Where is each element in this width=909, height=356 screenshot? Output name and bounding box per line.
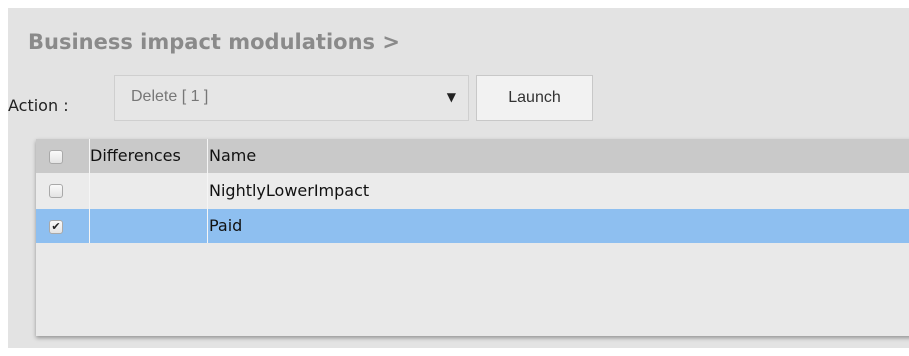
column-header-differences[interactable]: Differences (90, 139, 207, 173)
header-checkbox-cell (36, 139, 89, 173)
row-differences (90, 209, 207, 243)
action-select[interactable]: Delete [ 1 ] ▼ (114, 75, 469, 121)
action-select-value: Delete [ 1 ] (131, 88, 209, 105)
row-differences (90, 173, 207, 209)
row-name: NightlyLowerImpact (209, 181, 370, 200)
row-checkbox-checked[interactable]: ✔ (49, 220, 63, 234)
modulations-table: Differences Name NightlyLowerImpact ✔ Pa… (36, 139, 909, 336)
launch-button[interactable]: Launch (476, 75, 593, 121)
content-panel: Business impact modulations > Action : D… (8, 8, 909, 348)
row-name: Paid (209, 216, 243, 235)
row-checkbox-cell (36, 173, 89, 209)
row-checkbox[interactable] (49, 184, 63, 198)
dropdown-arrow-icon: ▼ (446, 90, 456, 104)
table-header-row: Differences Name (36, 139, 909, 173)
column-divider (207, 139, 208, 243)
table-row[interactable]: NightlyLowerImpact (36, 173, 909, 209)
select-all-checkbox[interactable] (49, 150, 63, 164)
row-checkbox-cell: ✔ (36, 209, 89, 243)
column-divider (89, 139, 90, 243)
action-label: Action : (8, 96, 69, 115)
column-header-name[interactable]: Name (209, 139, 256, 173)
page-title[interactable]: Business impact modulations > (28, 30, 400, 54)
table-row-selected[interactable]: ✔ Paid (36, 209, 909, 243)
